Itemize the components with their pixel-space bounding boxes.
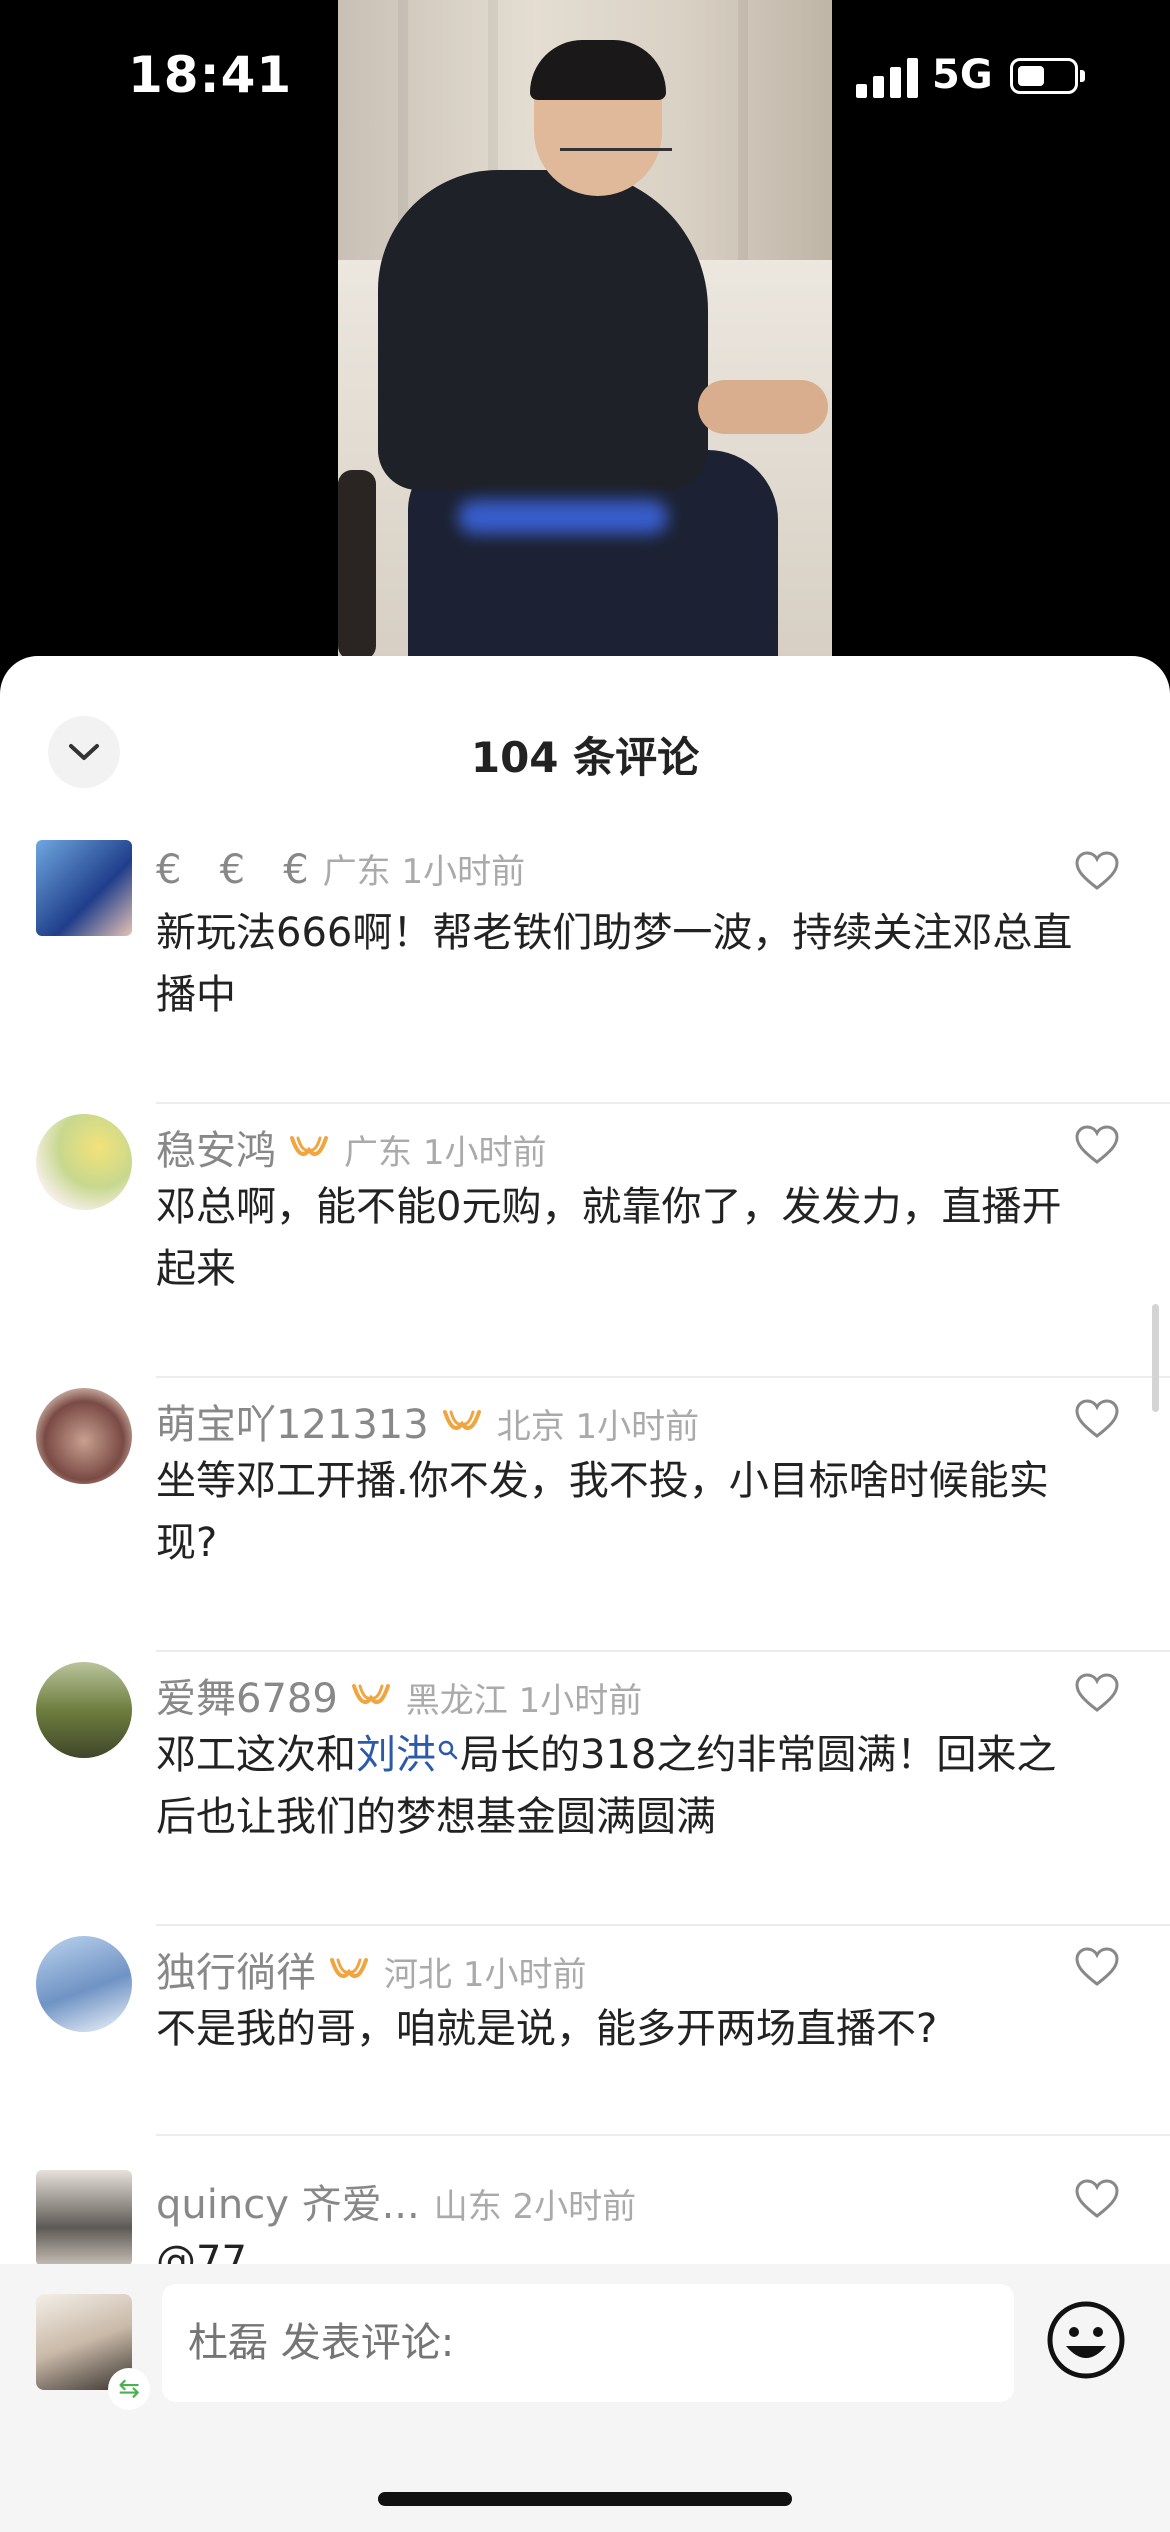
comment-time: 1小时前 [422, 1133, 547, 1173]
comment-author[interactable]: 独行徜徉 [156, 1950, 316, 1996]
avatar[interactable] [36, 1662, 132, 1758]
comment-input[interactable] [162, 2284, 1014, 2402]
emoji-icon[interactable] [1046, 2300, 1126, 2380]
comment-author[interactable]: 萌宝吖121313 [156, 1402, 429, 1448]
comment-time: 1小时前 [575, 1407, 700, 1447]
heart-icon[interactable] [1074, 850, 1120, 892]
comment-location: 河北 [384, 1955, 452, 1995]
heart-icon[interactable] [1074, 1124, 1120, 1166]
comment-item: 稳安鸿 广东 1小时前 邓总啊，能不能0元购，就靠你了，发发力，直播开起来 [0, 1104, 1170, 1378]
comments-sheet: 104 条评论 € € € 广东 1小时前 新玩法666啊！帮老铁们助梦一波，持续… [0, 656, 1170, 2532]
mention-link[interactable]: 刘洪 [356, 1732, 436, 1778]
swap-icon[interactable]: ⇆ [108, 2368, 150, 2410]
comment-author[interactable]: 稳安鸿 [156, 1128, 276, 1174]
scrollbar[interactable] [1152, 1304, 1159, 1412]
comment-location: 山东 [433, 2187, 502, 2227]
heart-icon[interactable] [1074, 1672, 1120, 1714]
heart-icon[interactable] [1074, 1946, 1120, 1988]
comment-location: 广东 [344, 1133, 412, 1173]
comment-time: 2小时前 [512, 2187, 637, 2227]
comment-text[interactable]: 不是我的哥，咱就是说，能多开两场直播不? [156, 1998, 1096, 2060]
comment-location: 广东 [322, 852, 391, 892]
comment-text[interactable]: 坐等邓工开播.你不发，我不投，小目标啥时候能实现? [156, 1450, 1096, 1574]
comment-item: 爱舞6789 黑龙江 1小时前 邓工这次和刘洪 局长的318之约非常圆满！回来之后也… [0, 1652, 1170, 1926]
comment-composer: ⇆ [0, 2264, 1170, 2532]
comment-author[interactable]: 爱舞6789 [156, 1676, 338, 1722]
comment-time: 1小时前 [462, 1955, 587, 1995]
avatar[interactable] [36, 840, 132, 936]
comment-time: 1小时前 [401, 852, 526, 892]
battery-icon [1010, 58, 1078, 94]
badge-icon [442, 1410, 481, 1430]
avatar[interactable] [36, 1114, 132, 1210]
network-type: 5G [932, 52, 993, 98]
comment-time: 1小时前 [518, 1681, 643, 1721]
signal-icon [856, 56, 918, 98]
comment-list: € € € 广东 1小时前 新玩法666啊！帮老铁们助梦一波，持续关注邓总直播中 … [0, 830, 1170, 2410]
comment-item: 独行徜徉 河北 1小时前 不是我的哥，咱就是说，能多开两场直播不? [0, 1926, 1170, 2136]
badge-icon [351, 1684, 390, 1704]
comment-count-title: 104 条评论 [470, 733, 700, 782]
comment-author[interactable]: quincy 齐爱... [156, 2182, 420, 2228]
comment-item: € € € 广东 1小时前 新玩法666啊！帮老铁们助梦一波，持续关注邓总直播中 [0, 830, 1170, 1104]
comment-author[interactable]: € € € [156, 847, 309, 893]
status-bar: 18:41 5G [0, 0, 1170, 150]
badge-icon [290, 1136, 328, 1156]
heart-icon[interactable] [1074, 2178, 1120, 2220]
home-indicator[interactable] [378, 2492, 792, 2506]
avatar[interactable] [36, 1388, 132, 1484]
blurred-region [458, 500, 668, 534]
heart-icon[interactable] [1074, 1398, 1120, 1440]
avatar[interactable] [36, 1936, 132, 2032]
comment-location: 北京 [496, 1407, 565, 1447]
search-icon[interactable] [436, 1738, 460, 1762]
comment-text[interactable]: 邓工这次和刘洪 局长的318之约非常圆满！回来之后也让我们的梦想基金圆满圆满 [156, 1724, 1096, 1848]
avatar[interactable] [36, 2170, 132, 2266]
comment-location: 黑龙江 [405, 1681, 508, 1721]
badge-icon [330, 1958, 368, 1978]
comment-item: 萌宝吖121313 北京 1小时前 坐等邓工开播.你不发，我不投，小目标啥时候能实… [0, 1378, 1170, 1652]
comment-text[interactable]: 新玩法666啊！帮老铁们助梦一波，持续关注邓总直播中 [156, 902, 1096, 1026]
comment-text[interactable]: 邓总啊，能不能0元购，就靠你了，发发力，直播开起来 [156, 1176, 1096, 1300]
status-time: 18:41 [128, 46, 293, 104]
